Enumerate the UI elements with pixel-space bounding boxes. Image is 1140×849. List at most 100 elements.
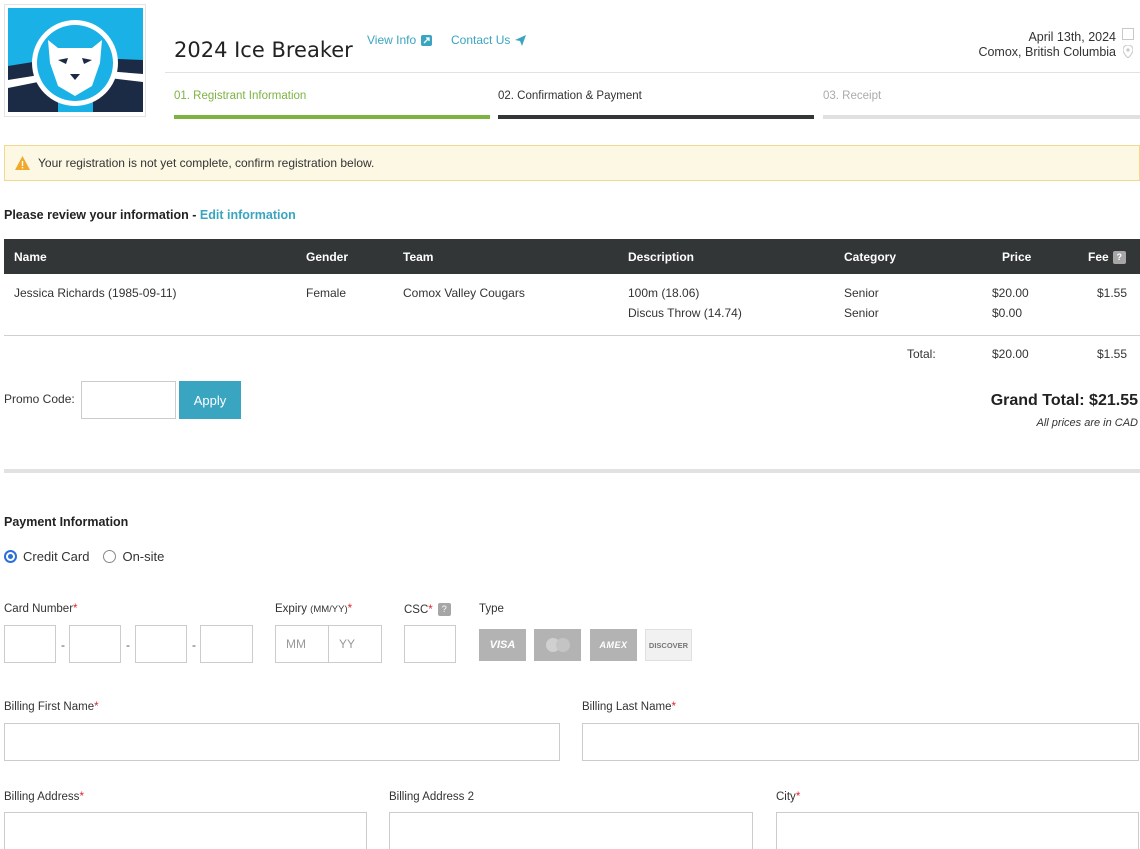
currency-note: All prices are in CAD: [1036, 417, 1138, 429]
alert-text: Your registration is not yet complete, c…: [38, 156, 375, 170]
card-number-field-3[interactable]: [135, 625, 187, 663]
warning-icon: [15, 156, 30, 170]
incomplete-registration-alert: Your registration is not yet complete, c…: [4, 145, 1140, 181]
registration-fee: $1.55: [1097, 286, 1128, 300]
billing-first-name-text: Billing First Name: [4, 701, 95, 713]
col-fee: Fee?: [1088, 250, 1126, 264]
step-registrant-information[interactable]: 01. Registrant Information: [174, 90, 306, 102]
event-description: 100m (18.06): [628, 286, 700, 300]
on-site-label[interactable]: On-site: [122, 549, 164, 564]
billing-last-name-input[interactable]: [582, 723, 1139, 761]
total-label: Total:: [907, 347, 936, 361]
card-number-field-1[interactable]: [4, 625, 56, 663]
event-location: Comox, British Columbia: [978, 45, 1116, 59]
col-name: Name: [14, 250, 47, 264]
required-mark: *: [347, 603, 353, 615]
csc-input[interactable]: [404, 625, 456, 663]
fee-help-icon[interactable]: ?: [1112, 251, 1126, 264]
payment-method-radios: Credit Card On-site: [4, 549, 164, 564]
event-category: Senior: [844, 306, 879, 320]
card-number-label: Card Number*: [4, 603, 78, 615]
billing-last-name-label: Billing Last Name*: [582, 701, 676, 713]
contact-us-label: Contact Us: [451, 33, 511, 47]
col-price: Price: [1002, 250, 1032, 264]
event-logo: [4, 4, 146, 117]
expiry-label-text: Expiry: [275, 603, 307, 615]
registrant-name: Jessica Richards (1985-09-11): [14, 286, 177, 300]
table-divider: [4, 335, 1140, 336]
expiry-label: Expiry (MM/YY)*: [275, 603, 352, 615]
col-fee-label: Fee: [1088, 250, 1109, 264]
step-3-progress-bar: [823, 115, 1140, 119]
billing-address-text: Billing Address: [4, 791, 80, 803]
apply-promo-button[interactable]: Apply: [179, 381, 241, 419]
header-icons: [1122, 28, 1136, 61]
registrant-team: Comox Valley Cougars: [403, 286, 525, 300]
credit-card-label[interactable]: Credit Card: [23, 549, 89, 564]
card-type-label: Type: [479, 603, 504, 615]
required-mark: *: [73, 603, 78, 615]
payment-information-title: Payment Information: [4, 515, 129, 529]
col-gender: Gender: [306, 250, 349, 264]
expiry-hint: (MM/YY): [310, 604, 348, 615]
card-number-field-4[interactable]: [200, 625, 253, 663]
billing-address-input[interactable]: [4, 812, 367, 849]
event-title: 2024 Ice Breaker: [174, 38, 353, 62]
csc-help-icon[interactable]: ?: [437, 603, 451, 616]
event-price: $0.00: [992, 306, 1023, 320]
city-input[interactable]: [776, 812, 1139, 849]
review-heading: Please review your information - Edit in…: [4, 208, 296, 222]
step-receipt: 03. Receipt: [823, 90, 882, 102]
registrant-gender: Female: [306, 286, 347, 300]
required-mark: *: [671, 701, 676, 713]
amex-icon: AMEX: [590, 629, 637, 661]
review-heading-text: Please review your information -: [4, 208, 197, 222]
map-pin-icon: [1122, 44, 1134, 59]
csc-label-text: CSC: [404, 604, 429, 616]
contact-us-link[interactable]: Contact Us: [451, 33, 527, 47]
credit-card-radio[interactable]: [4, 550, 17, 563]
required-mark: *: [94, 701, 99, 713]
col-category: Category: [844, 250, 897, 264]
col-team: Team: [403, 250, 434, 264]
header-divider: [165, 72, 1140, 73]
billing-address-label: Billing Address*: [4, 791, 84, 803]
grand-total: Grand Total: $21.55: [990, 392, 1138, 409]
external-link-icon: [421, 34, 433, 46]
event-date: April 13th, 2024: [1028, 30, 1116, 44]
event-price: $20.00: [992, 286, 1029, 300]
mastercard-circles: [545, 638, 570, 652]
discover-icon: DISCOVER: [645, 629, 692, 661]
billing-first-name-label: Billing First Name*: [4, 701, 99, 713]
event-date-location: April 13th, 2024 Comox, British Columbia: [978, 30, 1116, 60]
visa-icon: VISA: [479, 629, 526, 661]
view-info-label: View Info: [367, 33, 417, 47]
step-confirmation-payment: 02. Confirmation & Payment: [498, 90, 642, 102]
required-mark: *: [428, 604, 433, 616]
required-mark: *: [795, 791, 801, 803]
section-divider: [4, 469, 1140, 473]
billing-first-name-input[interactable]: [4, 723, 560, 761]
csc-label: CSC*?: [404, 603, 451, 616]
total-price: $20.00: [992, 347, 1029, 361]
card-number-separator: -: [61, 638, 65, 652]
billing-address-2-input[interactable]: [389, 812, 753, 849]
calendar-icon: [1122, 28, 1134, 40]
mastercard-icon: [534, 629, 581, 661]
expiry-month-input[interactable]: MM: [275, 625, 329, 663]
billing-last-name-text: Billing Last Name: [582, 701, 672, 713]
step-2-progress-bar: [498, 115, 814, 119]
city-label-text: City: [776, 791, 796, 803]
expiry-year-input[interactable]: YY: [328, 625, 382, 663]
event-category: Senior: [844, 286, 879, 300]
promo-code-input[interactable]: [81, 381, 176, 419]
view-info-link[interactable]: View Info: [367, 33, 433, 47]
card-number-label-text: Card Number: [4, 603, 74, 615]
edit-information-link[interactable]: Edit information: [200, 208, 296, 222]
card-number-field-2[interactable]: [69, 625, 121, 663]
on-site-radio[interactable]: [103, 550, 117, 563]
promo-code-label: Promo Code:: [4, 392, 75, 406]
billing-address-2-label: Billing Address 2: [389, 791, 475, 803]
card-number-separator: -: [126, 638, 130, 652]
paper-plane-icon: [515, 34, 527, 46]
